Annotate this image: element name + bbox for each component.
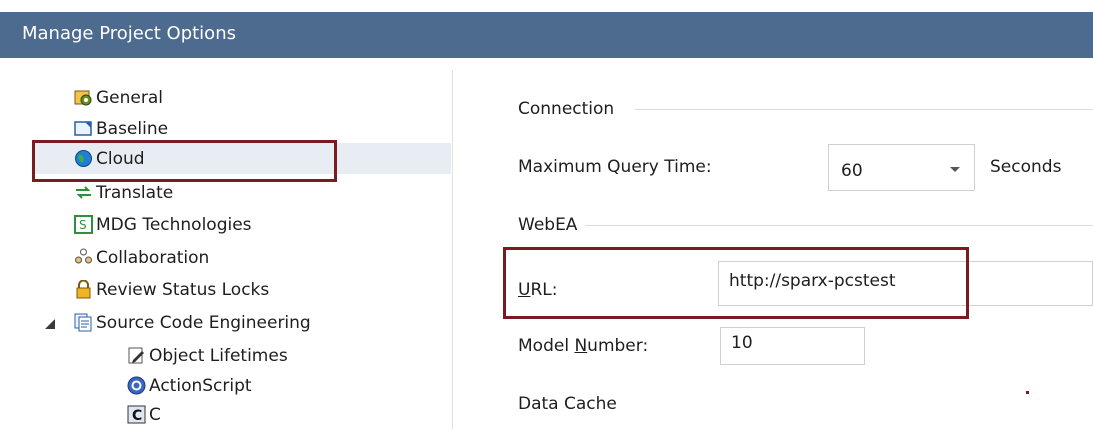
model-number-accel-key: N	[574, 336, 588, 356]
tree-item-label: General	[96, 88, 163, 108]
model-number-input[interactable]: 10	[720, 327, 865, 365]
cloud-highlight-box	[32, 140, 337, 182]
model-number-label-post: umber:	[587, 336, 649, 356]
tree-item-label: Review Status Locks	[96, 280, 270, 300]
model-number-value: 10	[731, 333, 753, 353]
connection-divider	[635, 109, 1093, 110]
tree-item-label: Translate	[96, 183, 174, 203]
tree-item-label: Baseline	[96, 119, 169, 139]
actionscript-icon	[127, 376, 146, 395]
tree-item-c[interactable]: C C	[127, 399, 161, 429]
pencil-page-icon	[127, 346, 146, 365]
webea-divider	[585, 225, 1093, 226]
tree-item-object-lifetimes[interactable]: Object Lifetimes	[127, 340, 288, 370]
gear-folder-icon	[74, 88, 93, 107]
connection-heading: Connection	[518, 99, 615, 119]
mdg-icon: S	[74, 214, 93, 234]
tree-expander-icon[interactable]	[45, 319, 55, 329]
svg-text:S: S	[79, 218, 87, 232]
tree-item-mdg-technologies[interactable]: S MDG Technologies	[74, 209, 252, 239]
tree-item-label: Source Code Engineering	[96, 313, 311, 333]
tree-item-collaboration[interactable]: Collaboration	[74, 242, 209, 272]
chevron-down-icon[interactable]	[950, 167, 960, 172]
svg-text:C: C	[132, 408, 142, 424]
tree-item-general[interactable]: General	[74, 82, 163, 112]
tree-item-label: Object Lifetimes	[149, 346, 288, 366]
translate-arrows-icon	[74, 183, 93, 202]
max-query-time-value: 60	[841, 161, 863, 181]
tree-item-label: ActionScript	[149, 376, 252, 396]
tree-item-label: Collaboration	[96, 248, 210, 268]
tree-item-baseline[interactable]: Baseline	[74, 113, 168, 143]
model-number-label-pre: Model	[518, 336, 575, 356]
tree-item-source-code-engineering[interactable]: Source Code Engineering	[74, 307, 311, 337]
tree-item-label: MDG Technologies	[96, 215, 252, 235]
max-query-time-label: Maximum Query Time:	[518, 157, 712, 177]
seconds-label: Seconds	[990, 157, 1062, 177]
window-titlebar: Manage Project Options	[0, 12, 1093, 58]
tree-item-label: C	[149, 405, 161, 425]
code-pages-icon	[74, 313, 93, 332]
baseline-icon	[74, 119, 93, 138]
max-query-time-select[interactable]: 60	[828, 144, 975, 191]
url-highlight-box	[503, 247, 969, 319]
stray-dot	[1026, 391, 1029, 394]
tree-item-actionscript[interactable]: ActionScript	[127, 370, 252, 400]
window-title: Manage Project Options	[22, 23, 236, 44]
tree-item-review-status-locks[interactable]: Review Status Locks	[74, 274, 269, 304]
c-language-icon: C	[127, 405, 146, 424]
data-cache-heading: Data Cache	[518, 394, 617, 414]
model-number-label: Model Number:	[518, 336, 648, 356]
padlock-icon	[74, 279, 93, 299]
people-icon	[74, 248, 93, 267]
webea-heading: WebEA	[518, 215, 578, 235]
